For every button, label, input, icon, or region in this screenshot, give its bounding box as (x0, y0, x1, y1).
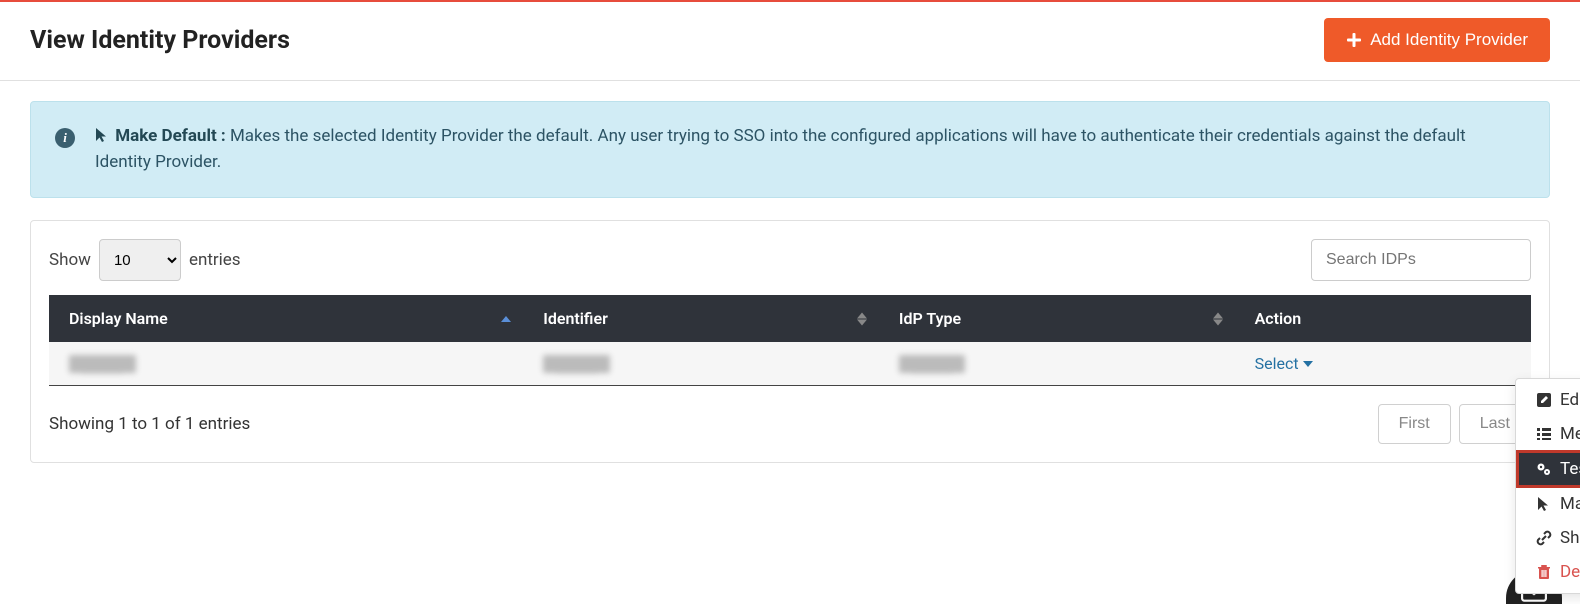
cell-idp-type: ████ (899, 355, 966, 373)
cursor-icon (1536, 496, 1552, 512)
search-box (1311, 239, 1531, 281)
content-area: i Make Default : Makes the selected Iden… (0, 81, 1580, 483)
list-icon (1536, 426, 1552, 442)
page-header: View Identity Providers Add Identity Pro… (0, 2, 1580, 81)
dropdown-test-connection[interactable]: Test Connection (1516, 450, 1580, 488)
gears-icon (1536, 461, 1552, 477)
info-text: Make Default : Makes the selected Identi… (95, 124, 1525, 175)
sort-icon (1213, 312, 1223, 325)
entries-label: entries (189, 250, 241, 270)
page-size-select[interactable]: 10 (99, 239, 181, 281)
table-footer: Showing 1 to 1 of 1 entries First Last (49, 404, 1531, 444)
info-icon: i (55, 128, 75, 148)
showing-info: Showing 1 to 1 of 1 entries (49, 414, 250, 434)
add-identity-provider-button[interactable]: Add Identity Provider (1324, 18, 1550, 62)
show-entries: Show 10 entries (49, 239, 241, 281)
pager-first-button[interactable]: First (1378, 404, 1451, 444)
add-button-label: Add Identity Provider (1370, 30, 1528, 50)
cursor-icon (95, 127, 109, 143)
select-action-dropdown-trigger[interactable]: Select (1255, 354, 1313, 373)
cell-identifier: ████ (543, 355, 610, 373)
col-idp-type[interactable]: IdP Type (879, 295, 1235, 342)
table-header-row: Display Name Identifier IdP Type Action (49, 295, 1531, 342)
plus-icon (1346, 32, 1362, 48)
cell-display-name: ████ (69, 355, 136, 373)
table-controls: Show 10 entries (49, 239, 1531, 281)
page-title: View Identity Providers (30, 26, 290, 55)
table-panel: Show 10 entries Display Name Identifi (30, 220, 1550, 463)
info-body: Makes the selected Identity Provider the… (95, 126, 1466, 172)
col-identifier[interactable]: Identifier (523, 295, 879, 342)
table-row: ████ ████ ████ Select (49, 342, 1531, 386)
info-banner: i Make Default : Makes the selected Iden… (30, 101, 1550, 198)
trash-icon (1536, 564, 1552, 580)
pager: First Last (1378, 404, 1531, 444)
edit-icon (1536, 392, 1552, 408)
sort-icon (857, 312, 867, 325)
sort-asc-icon (501, 316, 511, 322)
dropdown-delete[interactable]: Delete (1516, 555, 1580, 589)
caret-down-icon (1303, 361, 1313, 367)
action-dropdown: Edit Metadata Test Connection (1515, 378, 1580, 594)
dropdown-edit[interactable]: Edit (1516, 383, 1580, 417)
show-label: Show (49, 250, 91, 270)
info-strong: Make Default : (115, 126, 226, 146)
col-display-name[interactable]: Display Name (49, 295, 523, 342)
search-input[interactable] (1311, 239, 1531, 281)
dropdown-show-sso-link[interactable]: Show SSO Link (1516, 521, 1580, 555)
idp-table: Display Name Identifier IdP Type Action (49, 295, 1531, 386)
link-icon (1536, 530, 1552, 546)
dropdown-make-default[interactable]: Make Default (1516, 487, 1580, 521)
col-action: Action (1235, 295, 1531, 342)
dropdown-metadata[interactable]: Metadata (1516, 417, 1580, 451)
